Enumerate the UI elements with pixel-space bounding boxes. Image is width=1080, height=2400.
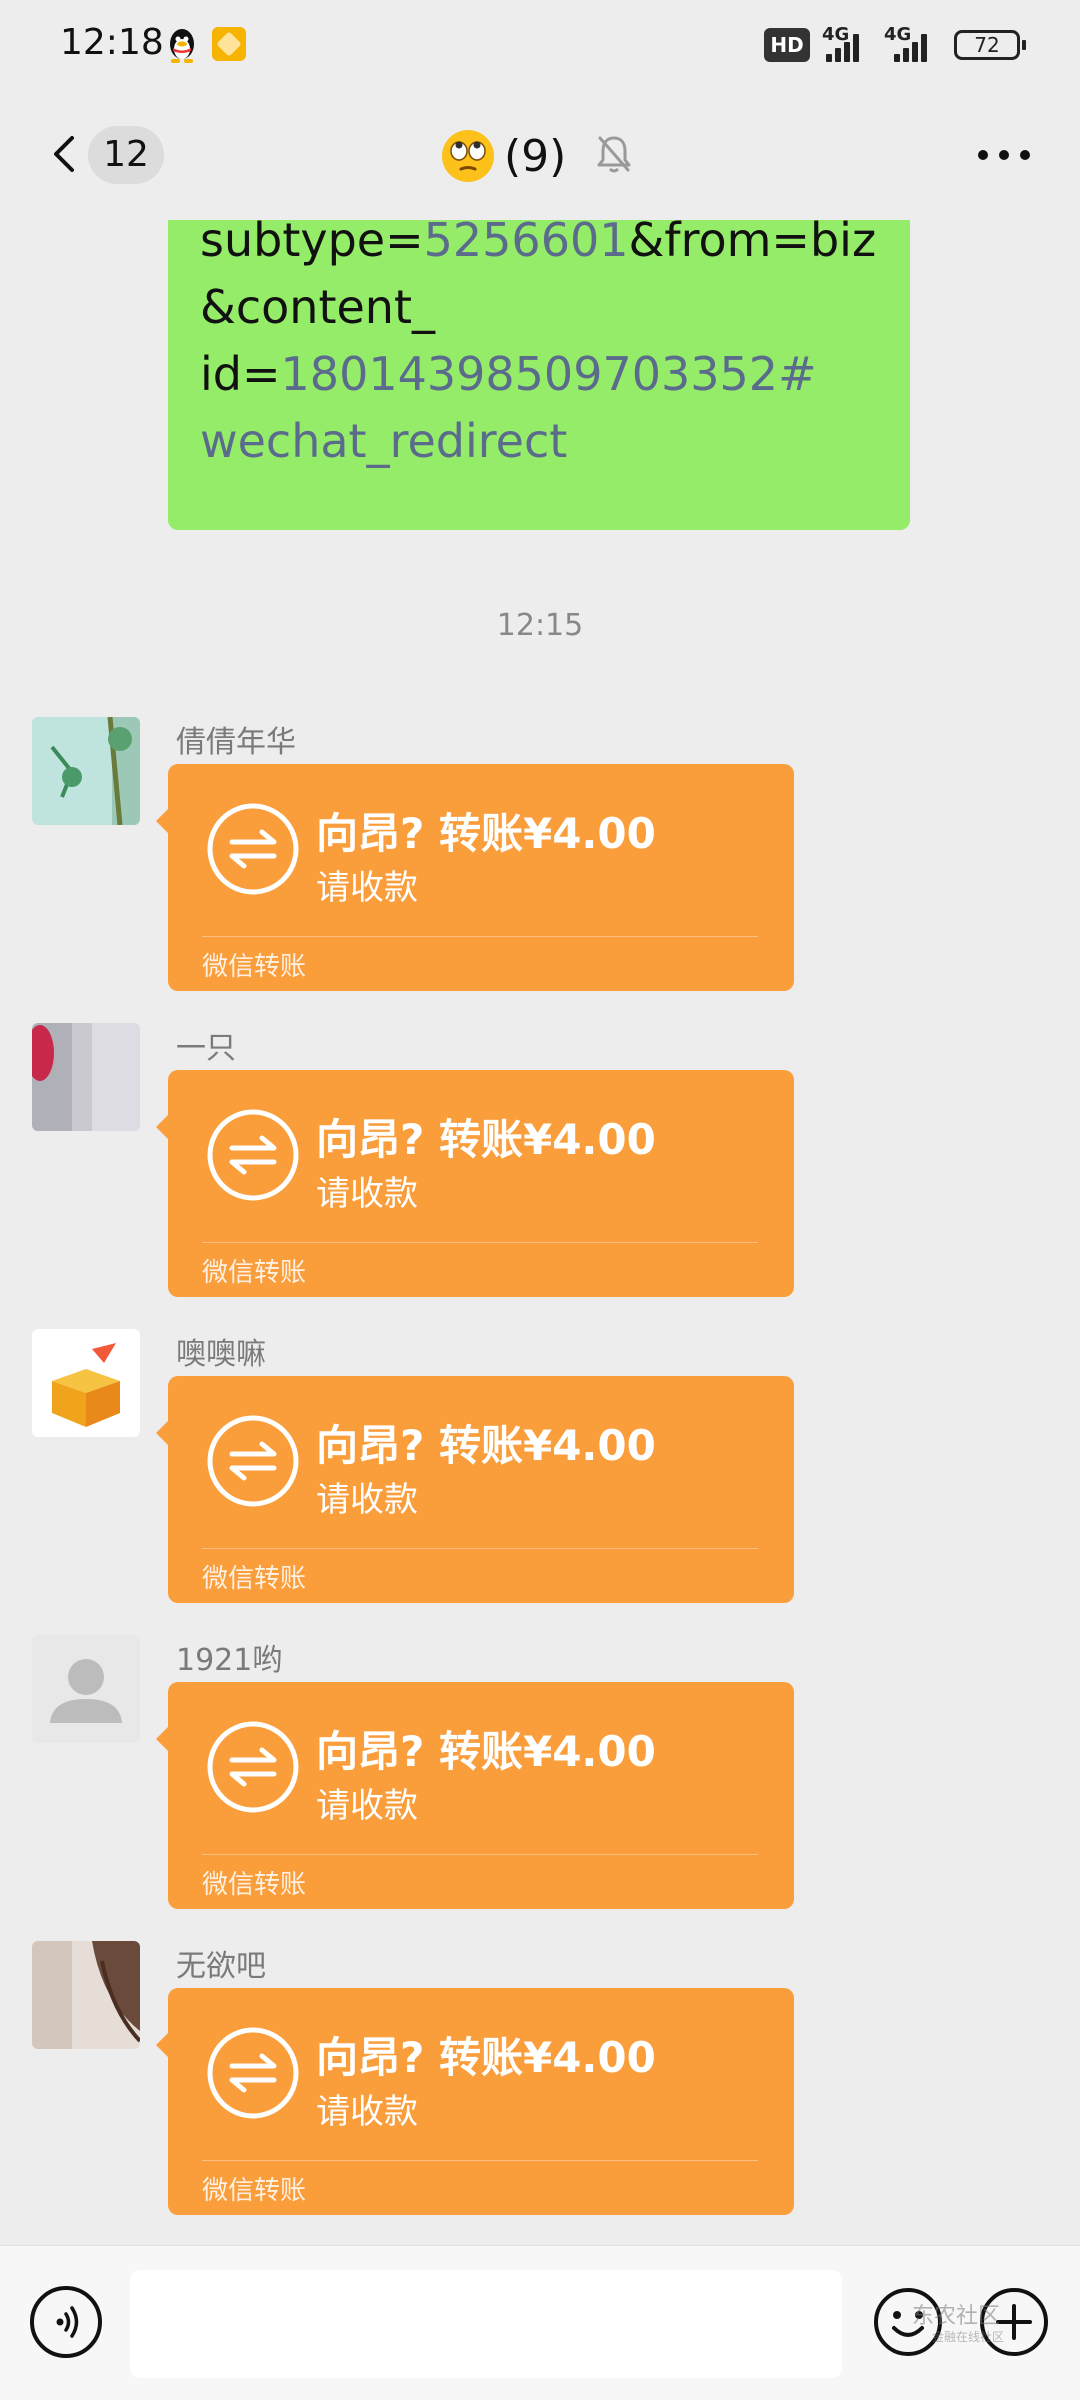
chat-title-text: (9) bbox=[504, 130, 567, 182]
chat-header: 12 (9) bbox=[0, 90, 1080, 220]
avatar-image bbox=[32, 717, 140, 825]
divider bbox=[202, 1548, 758, 1549]
battery-icon: 72 bbox=[954, 30, 1026, 60]
transfer-card[interactable]: 向昂? 转账¥4.00 请收款 微信转账 bbox=[156, 1682, 794, 1909]
transfer-status: 请收款 bbox=[316, 1480, 418, 1520]
watermark-text: 东农社区 bbox=[912, 2304, 1001, 2329]
transfer-type-label: 微信转账 bbox=[202, 2176, 307, 2206]
transfer-status: 请收款 bbox=[316, 868, 418, 908]
more-dots-icon bbox=[978, 150, 988, 160]
avatar-image bbox=[32, 1023, 140, 1131]
signal-strength-icon-2 bbox=[888, 30, 932, 62]
link-message-text: &interactive=1&biz_subtype=5256601&from=… bbox=[200, 220, 910, 475]
input-bar: 东农社区 金融在线社区 bbox=[0, 2245, 1080, 2400]
transfer-arrows-icon bbox=[207, 1109, 299, 1201]
voice-input-button[interactable] bbox=[30, 2286, 102, 2358]
transfer-card[interactable]: 向昂? 转账¥4.00 请收款 微信转账 bbox=[156, 1070, 794, 1297]
signal-strength-icon-1 bbox=[820, 30, 864, 62]
avatar[interactable] bbox=[32, 1941, 140, 2049]
transfer-type-label: 微信转账 bbox=[202, 952, 307, 982]
avatar[interactable] bbox=[32, 1023, 140, 1131]
default-avatar-icon bbox=[32, 1635, 140, 1743]
unread-count-badge: 12 bbox=[88, 126, 164, 184]
transfer-type-label: 微信转账 bbox=[202, 1870, 307, 1900]
message-item: 无欲吧 向昂? 转账¥4.00 请收款 微信转账 bbox=[0, 1941, 1080, 2241]
voice-icon bbox=[56, 2306, 79, 2338]
sender-name: 倩倩年华 bbox=[176, 725, 296, 760]
rolling-eyes-emoji-icon bbox=[442, 130, 494, 182]
chat-title[interactable]: (9) bbox=[440, 126, 680, 186]
link-text-line: &content_ bbox=[200, 280, 435, 334]
more-options-button[interactable] bbox=[978, 140, 1030, 170]
transfer-card[interactable]: 向昂? 转账¥4.00 请收款 微信转账 bbox=[156, 1376, 794, 1603]
divider bbox=[202, 1854, 758, 1855]
avatar-image bbox=[32, 1329, 140, 1437]
transfer-card[interactable]: 向昂? 转账¥4.00 请收款 微信转账 bbox=[156, 764, 794, 991]
message-item: 一只 向昂? 转账¥4.00 请收款 微信转账 bbox=[0, 1023, 1080, 1323]
transfer-status: 请收款 bbox=[316, 2092, 418, 2132]
notification-app-icon bbox=[212, 27, 246, 61]
battery-level: 72 bbox=[974, 33, 1000, 57]
back-button[interactable]: 12 bbox=[30, 120, 164, 190]
avatar[interactable] bbox=[32, 717, 140, 825]
transfer-status: 请收款 bbox=[316, 1786, 418, 1826]
sender-name: 噢噢嘛 bbox=[176, 1337, 266, 1372]
transfer-amount: 向昂? 转账¥4.00 bbox=[316, 1421, 656, 1470]
link-message-bubble[interactable]: &interactive=1&biz_subtype=5256601&from=… bbox=[168, 220, 910, 530]
link-text-line: subtype=5256601&from=biz bbox=[200, 220, 877, 267]
avatar[interactable] bbox=[32, 1635, 140, 1743]
transfer-amount: 向昂? 转账¥4.00 bbox=[316, 1727, 656, 1776]
sender-name: 无欲吧 bbox=[176, 1949, 266, 1984]
message-item: 噢噢嘛 向昂? 转账¥4.00 请收款 微信转账 bbox=[0, 1329, 1080, 1629]
transfer-type-label: 微信转账 bbox=[202, 1564, 307, 1594]
transfer-arrows-icon bbox=[207, 1415, 299, 1507]
watermark-subtext: 金融在线社区 bbox=[932, 2330, 1005, 2344]
qq-penguin-icon bbox=[170, 29, 194, 63]
divider bbox=[202, 1242, 758, 1243]
avatar[interactable] bbox=[32, 1329, 140, 1437]
message-item: 1921哟 向昂? 转账¥4.00 请收款 微信转账 bbox=[0, 1635, 1080, 1935]
transfer-status: 请收款 bbox=[316, 1174, 418, 1214]
transfer-card[interactable]: 向昂? 转账¥4.00 请收款 微信转账 bbox=[156, 1988, 794, 2215]
transfer-amount: 向昂? 转账¥4.00 bbox=[316, 2033, 656, 2082]
transfer-arrows-icon bbox=[207, 2027, 299, 2119]
message-item: 倩倩年华 向昂? 转账¥4.00 请收款 微信转账 bbox=[0, 717, 1080, 1017]
sender-name: 1921哟 bbox=[176, 1643, 283, 1678]
transfer-arrows-icon bbox=[207, 803, 299, 895]
transfer-amount: 向昂? 转账¥4.00 bbox=[316, 809, 656, 858]
avatar-image bbox=[32, 1941, 140, 2049]
transfer-amount: 向昂? 转账¥4.00 bbox=[316, 1115, 656, 1164]
transfer-arrows-icon bbox=[207, 1721, 299, 1813]
status-time: 12:18 bbox=[60, 22, 164, 63]
status-bar: 12:18 HD 4G 4G 72 bbox=[0, 0, 1080, 90]
message-input[interactable] bbox=[130, 2270, 842, 2378]
chevron-left-icon bbox=[54, 136, 74, 172]
link-text-line: id=18014398509703352# bbox=[200, 347, 817, 401]
transfer-type-label: 微信转账 bbox=[202, 1258, 307, 1288]
bell-muted-icon bbox=[597, 136, 631, 173]
divider bbox=[202, 936, 758, 937]
link-text-line: wechat_redirect bbox=[200, 414, 568, 468]
hd-voice-icon: HD bbox=[764, 28, 810, 62]
sender-name: 一只 bbox=[176, 1031, 236, 1066]
message-timestamp: 12:15 bbox=[496, 608, 584, 643]
chat-messages[interactable]: &interactive=1&biz_subtype=5256601&from=… bbox=[0, 220, 1080, 2245]
divider bbox=[202, 2160, 758, 2161]
